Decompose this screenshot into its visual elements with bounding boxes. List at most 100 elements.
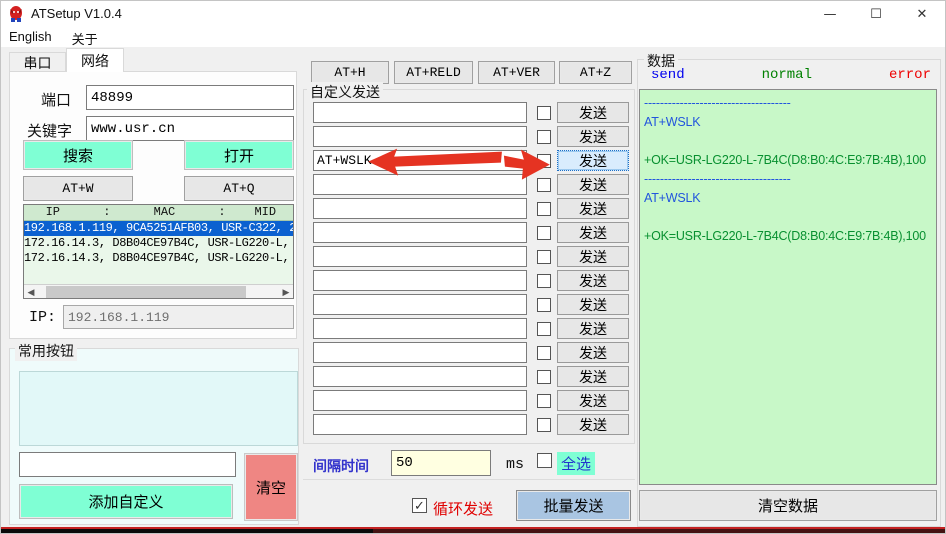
send-button[interactable]: 发送	[557, 318, 629, 339]
loop-send-checkbox[interactable]: ✓	[412, 498, 427, 513]
send-row-checkbox[interactable]	[537, 346, 551, 360]
select-all-checkbox[interactable]	[537, 453, 552, 468]
custom-send-input[interactable]	[313, 390, 527, 411]
select-all-label[interactable]: 全选	[557, 452, 595, 475]
log-line: AT+WSLK	[644, 189, 932, 208]
at-z-button[interactable]: AT+Z	[559, 61, 632, 84]
close-button[interactable]: ✕	[899, 1, 945, 27]
custom-send-input[interactable]	[313, 246, 527, 267]
device-list-row[interactable]: 192.168.1.119, 9CA5251AFB03, USR-C322, 2…	[24, 221, 293, 236]
clear-button[interactable]: 清空	[244, 453, 298, 521]
separator	[303, 479, 635, 480]
send-row-checkbox[interactable]	[537, 298, 551, 312]
send-button[interactable]: 发送	[557, 102, 629, 123]
custom-send-input[interactable]	[313, 126, 527, 147]
custom-send-input[interactable]	[313, 222, 527, 243]
custom-send-input[interactable]	[313, 270, 527, 291]
scroll-track[interactable]	[38, 285, 279, 298]
device-list[interactable]: IP : MAC : MID : VER 192.168.1.119, 9CA5…	[23, 204, 294, 299]
send-row-checkbox[interactable]	[537, 154, 551, 168]
add-custom-button[interactable]: 添加自定义	[19, 484, 233, 519]
scroll-left-icon[interactable]: ◀	[24, 285, 38, 299]
batch-send-button[interactable]: 批量发送	[516, 490, 631, 521]
custom-send-input[interactable]	[313, 102, 527, 123]
custom-command-input[interactable]	[19, 452, 236, 477]
custom-send-input[interactable]	[313, 198, 527, 219]
custom-send-row: 发送	[313, 222, 629, 243]
atq-button[interactable]: AT+Q	[184, 176, 294, 201]
custom-send-row: 发送	[313, 246, 629, 267]
custom-send-input[interactable]	[313, 318, 527, 339]
custom-send-input[interactable]	[313, 414, 527, 435]
custom-send-input[interactable]	[313, 174, 527, 195]
send-row-checkbox[interactable]	[537, 370, 551, 384]
send-button[interactable]: 发送	[557, 342, 629, 363]
custom-send-row: 发送	[313, 366, 629, 387]
minimize-button[interactable]: —	[807, 1, 853, 27]
maximize-button[interactable]: ☐	[853, 1, 899, 27]
send-row-checkbox[interactable]	[537, 418, 551, 432]
tab-serial[interactable]: 串口	[9, 52, 66, 72]
at-h-button[interactable]: AT+H	[311, 61, 389, 84]
at-reld-button[interactable]: AT+RELD	[394, 61, 473, 84]
device-list-hscrollbar[interactable]: ◀ ▶	[24, 284, 293, 298]
send-row-checkbox[interactable]	[537, 202, 551, 216]
send-row-checkbox[interactable]	[537, 106, 551, 120]
atw-button[interactable]: AT+W	[23, 176, 133, 201]
keyword-input[interactable]	[86, 116, 294, 141]
send-button[interactable]: 发送	[557, 294, 629, 315]
loop-send-label[interactable]: 循环发送	[433, 498, 493, 519]
legend-error: error	[889, 67, 931, 83]
open-button[interactable]: 打开	[184, 140, 294, 170]
port-input[interactable]	[86, 85, 294, 110]
send-row-checkbox[interactable]	[537, 130, 551, 144]
interval-unit: ms	[506, 456, 524, 473]
custom-send-row: 发送	[313, 270, 629, 291]
at-ver-button[interactable]: AT+VER	[478, 61, 555, 84]
title-bar: ATSetup V1.0.4 —☐✕	[1, 1, 945, 27]
custom-send-row: 发送	[313, 174, 629, 195]
custom-send-input[interactable]	[313, 366, 527, 387]
send-button[interactable]: 发送	[557, 390, 629, 411]
send-row-checkbox[interactable]	[537, 322, 551, 336]
send-row-checkbox[interactable]	[537, 226, 551, 240]
menu-item-about[interactable]: 关于	[64, 27, 110, 47]
log-line: AT+WSLK	[644, 113, 932, 132]
scroll-thumb[interactable]	[46, 286, 246, 298]
interval-input[interactable]	[391, 450, 491, 476]
log-line: -------------------------------------	[644, 94, 932, 113]
app-icon	[7, 5, 25, 23]
search-button[interactable]: 搜索	[23, 140, 133, 170]
send-row-checkbox[interactable]	[537, 178, 551, 192]
window-controls: —☐✕	[807, 1, 945, 27]
device-list-row[interactable]: 172.16.14.3, D8B04CE97B4C, USR-LG220-L, …	[24, 251, 293, 266]
custom-send-input[interactable]	[313, 150, 527, 171]
menu-item-english[interactable]: English	[1, 27, 64, 47]
custom-send-rows: 发送 发送 发送 发送 发送 发送 发送 发送 发送	[313, 102, 629, 435]
scroll-right-icon[interactable]: ▶	[279, 285, 293, 299]
send-button[interactable]: 发送	[557, 126, 629, 147]
clear-data-button[interactable]: 清空数据	[639, 490, 937, 521]
send-button[interactable]: 发送	[557, 222, 629, 243]
custom-send-input[interactable]	[313, 342, 527, 363]
custom-send-row: 发送	[313, 414, 629, 435]
send-row-checkbox[interactable]	[537, 274, 551, 288]
send-row-checkbox[interactable]	[537, 394, 551, 408]
keyword-label: 关键字	[27, 120, 72, 141]
log-line: -------------------------------------	[644, 170, 932, 189]
custom-send-row: 发送	[313, 198, 629, 219]
send-button[interactable]: 发送	[557, 270, 629, 291]
send-button[interactable]: 发送	[557, 150, 629, 171]
send-button[interactable]: 发送	[557, 246, 629, 267]
send-button[interactable]: 发送	[557, 414, 629, 435]
send-button[interactable]: 发送	[557, 366, 629, 387]
ip-label: IP:	[29, 309, 56, 326]
data-log[interactable]: -------------------------------------AT+…	[639, 89, 937, 485]
send-button[interactable]: 发送	[557, 174, 629, 195]
send-button[interactable]: 发送	[557, 198, 629, 219]
log-legend: sendnormalerror	[651, 67, 931, 83]
send-row-checkbox[interactable]	[537, 250, 551, 264]
tab-network[interactable]: 网络	[66, 48, 124, 72]
custom-send-input[interactable]	[313, 294, 527, 315]
device-list-row[interactable]: 172.16.14.3, D8B04CE97B4C, USR-LG220-L, …	[24, 236, 293, 251]
